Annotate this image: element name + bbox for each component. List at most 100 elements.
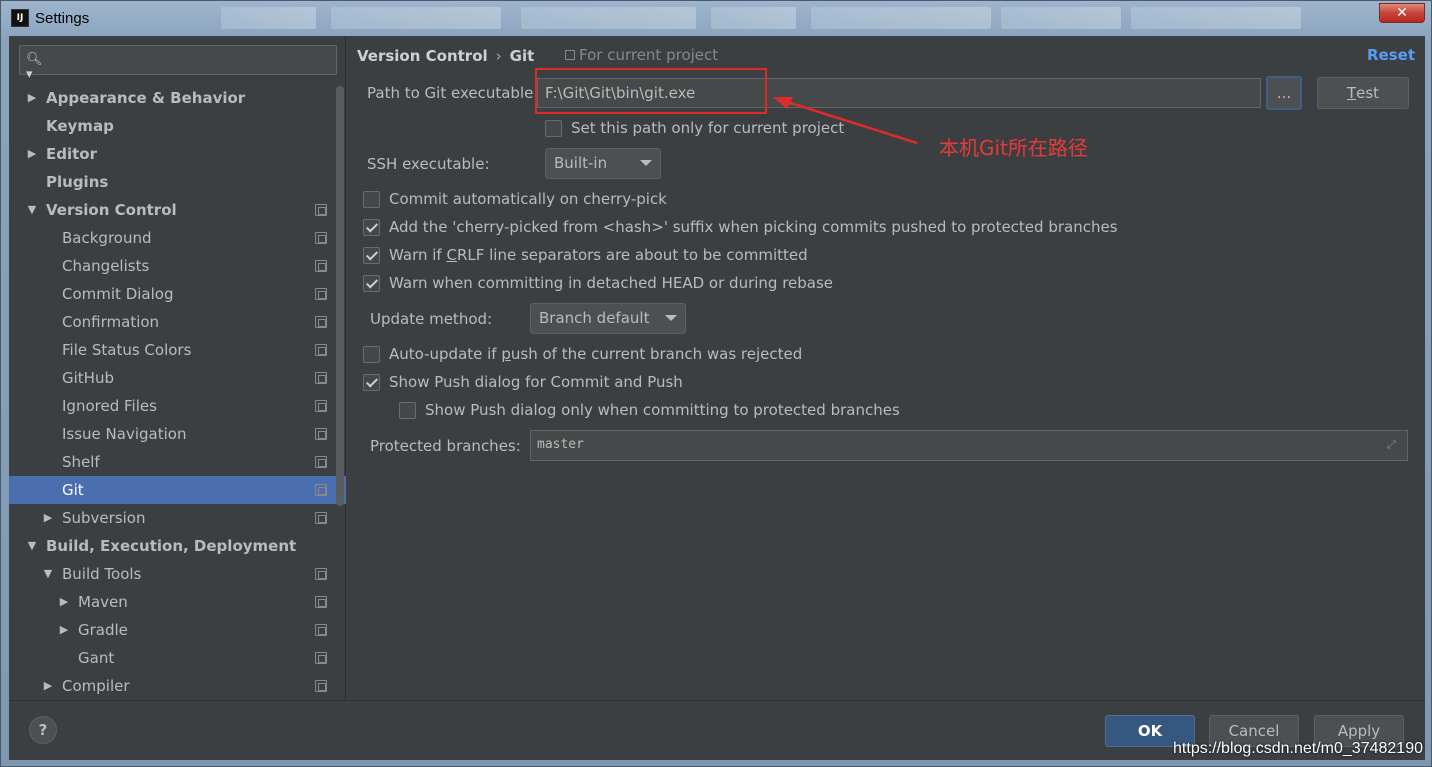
close-window-button[interactable]: ✕ xyxy=(1379,3,1425,23)
commit-auto-label: Commit automatically on cherry-pick xyxy=(389,190,667,208)
commit-auto-row[interactable]: Commit automatically on cherry-pick xyxy=(363,189,667,209)
sidebar-item-label: Issue Navigation xyxy=(62,425,187,443)
background-tab-ghost xyxy=(331,7,501,29)
show-push-row[interactable]: Show Push dialog for Commit and Push xyxy=(363,372,683,392)
sidebar-item-label: Keymap xyxy=(46,117,114,135)
sidebar-item-appearance-behavior[interactable]: ▶ Appearance & Behavior xyxy=(9,84,346,112)
collapsed-arrow-icon[interactable]: ▶ xyxy=(25,84,39,112)
project-scope-icon xyxy=(315,652,327,664)
commit-auto-checkbox[interactable] xyxy=(363,190,380,208)
browse-git-path-button[interactable]: ... xyxy=(1266,76,1302,110)
sidebar-item-issue-navigation[interactable]: Issue Navigation xyxy=(9,420,346,448)
search-input[interactable] xyxy=(50,49,330,71)
sidebar-item-label: Appearance & Behavior xyxy=(46,89,246,107)
sidebar-item-label: Plugins xyxy=(46,173,109,191)
cherry-suffix-row[interactable]: Add the 'cherry-picked from <hash>' suff… xyxy=(363,217,1118,237)
sidebar-item-file-status-colors[interactable]: File Status Colors xyxy=(9,336,346,364)
collapsed-arrow-icon[interactable]: ▶ xyxy=(41,504,55,532)
show-push-protected-checkbox[interactable] xyxy=(399,401,416,419)
warn-crlf-checkbox[interactable] xyxy=(363,246,380,264)
sidebar-item-gradle[interactable]: ▶ Gradle xyxy=(9,616,346,644)
test-label: est xyxy=(1356,84,1380,102)
collapsed-arrow-icon[interactable]: ▶ xyxy=(25,140,39,168)
sidebar-item-label: Background xyxy=(62,229,152,247)
sidebar-item-label: Build Tools xyxy=(62,565,142,583)
reset-link[interactable]: Reset xyxy=(1367,46,1415,64)
sidebar-item-build-execution-deployment[interactable]: ▼ Build, Execution, Deployment xyxy=(9,532,346,560)
sidebar-item-gant[interactable]: Gant xyxy=(9,644,346,672)
path-to-git-label: Path to Git executable: xyxy=(367,84,539,102)
sidebar-item-changelists[interactable]: Changelists xyxy=(9,252,346,280)
sidebar-item-subversion[interactable]: ▶ Subversion xyxy=(9,504,346,532)
show-push-protected-label: Show Push dialog only when committing to… xyxy=(425,401,900,419)
show-push-protected-row[interactable]: Show Push dialog only when committing to… xyxy=(399,400,900,420)
expanded-arrow-icon[interactable]: ▼ xyxy=(41,560,55,588)
sidebar-item-shelf[interactable]: Shelf xyxy=(9,448,346,476)
title-bar: IJ Settings ✕ xyxy=(1,1,1431,35)
test-mnemonic: T xyxy=(1346,84,1357,102)
settings-sidebar: 🔍︎▾ ▶ Appearance & Behavior Keymap ▶ Editor P… xyxy=(9,36,346,700)
sidebar-item-label: Confirmation xyxy=(62,313,160,331)
breadcrumb-git: Git xyxy=(509,47,535,65)
sidebar-item-git[interactable]: Git xyxy=(9,476,346,504)
update-method-label: Update method: xyxy=(370,310,493,328)
settings-tree: ▶ Appearance & Behavior Keymap ▶ Editor Plugi… xyxy=(9,84,346,700)
project-scope-icon xyxy=(315,316,327,328)
ssh-executable-label: SSH executable: xyxy=(367,155,490,173)
background-tab-ghost xyxy=(1001,7,1121,29)
settings-search[interactable]: 🔍︎▾ xyxy=(19,45,337,82)
git-settings-panel: Version Control › Git For current projec… xyxy=(347,36,1425,700)
sidebar-item-keymap[interactable]: Keymap xyxy=(9,112,346,140)
cherry-suffix-checkbox[interactable] xyxy=(363,218,380,236)
sidebar-scrollbar[interactable] xyxy=(336,86,344,506)
expanded-arrow-icon[interactable]: ▼ xyxy=(25,196,39,224)
sidebar-item-label: Git xyxy=(62,481,84,499)
expanded-arrow-icon[interactable]: ▼ xyxy=(25,532,39,560)
sidebar-item-commit-dialog[interactable]: Commit Dialog xyxy=(9,280,346,308)
sidebar-item-label: Commit Dialog xyxy=(62,285,174,303)
project-scope-icon xyxy=(315,428,327,440)
annotation-highlight-box xyxy=(535,68,767,114)
project-scope-icon xyxy=(315,680,327,692)
auto-update-row[interactable]: Auto-update if push of the current branc… xyxy=(363,344,802,364)
ssh-executable-select[interactable]: Built-in xyxy=(545,148,661,179)
update-method-select[interactable]: Branch default xyxy=(530,303,686,334)
sidebar-item-background[interactable]: Background xyxy=(9,224,346,252)
sidebar-item-ignored-files[interactable]: Ignored Files xyxy=(9,392,346,420)
show-push-checkbox[interactable] xyxy=(363,373,380,391)
background-tab-ghost xyxy=(221,7,316,29)
sidebar-item-maven[interactable]: ▶ Maven xyxy=(9,588,346,616)
project-scope-icon xyxy=(315,596,327,608)
project-scope-icon xyxy=(315,484,327,496)
chevron-down-icon xyxy=(665,315,677,321)
help-button[interactable]: ? xyxy=(29,716,57,744)
set-path-project-checkbox[interactable] xyxy=(545,119,562,137)
expand-icon[interactable]: ⤢ xyxy=(1387,439,1399,451)
test-git-button[interactable]: Test xyxy=(1317,77,1409,109)
warn-crlf-row[interactable]: Warn if CRLF line separators are about t… xyxy=(363,245,808,265)
project-scope-icon xyxy=(315,512,327,524)
chevron-down-icon xyxy=(640,160,652,166)
protected-branches-input[interactable]: master ⤢ xyxy=(530,430,1408,461)
sidebar-item-github[interactable]: GitHub xyxy=(9,364,346,392)
collapsed-arrow-icon[interactable]: ▶ xyxy=(57,588,71,616)
background-tab-ghost xyxy=(521,7,696,29)
collapsed-arrow-icon[interactable]: ▶ xyxy=(41,672,55,700)
sidebar-item-label: Subversion xyxy=(62,509,146,527)
sidebar-item-editor[interactable]: ▶ Editor xyxy=(9,140,346,168)
warn-detached-row[interactable]: Warn when committing in detached HEAD or… xyxy=(363,273,833,293)
sidebar-item-compiler[interactable]: ▶ Compiler xyxy=(9,672,346,700)
sidebar-item-build-tools[interactable]: ▼ Build Tools xyxy=(9,560,346,588)
sidebar-item-plugins[interactable]: Plugins xyxy=(9,168,346,196)
collapsed-arrow-icon[interactable]: ▶ xyxy=(57,616,71,644)
project-scope-icon xyxy=(315,456,327,468)
project-scope-icon xyxy=(315,624,327,636)
warn-detached-checkbox[interactable] xyxy=(363,274,380,292)
sidebar-item-label: Ignored Files xyxy=(62,397,157,415)
sidebar-item-version-control[interactable]: ▼ Version Control xyxy=(9,196,346,224)
auto-update-checkbox[interactable] xyxy=(363,345,380,363)
annotation-label: 本机Git所在路径 xyxy=(939,136,1088,160)
sidebar-item-confirmation[interactable]: Confirmation xyxy=(9,308,346,336)
watermark: https://blog.csdn.net/m0_37482190 xyxy=(1173,740,1423,757)
protected-branches-label: Protected branches: xyxy=(370,437,521,455)
